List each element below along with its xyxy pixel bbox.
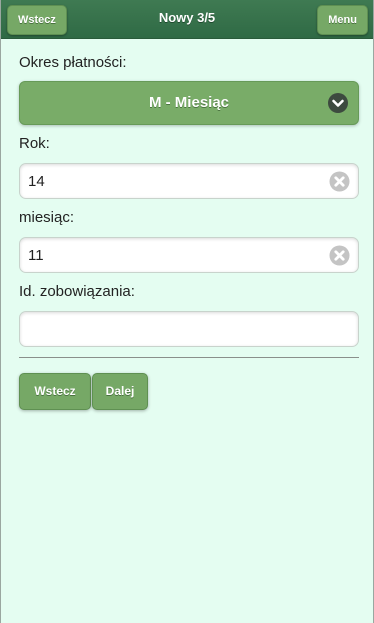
month-field-wrapper — [19, 237, 359, 273]
year-field-wrapper — [19, 163, 359, 199]
form-content: Okres płatności: M - Miesiąc Rok: miesią… — [19, 54, 359, 410]
back-button[interactable]: Wstecz — [19, 373, 91, 410]
next-button[interactable]: Dalej — [92, 373, 148, 410]
menu-button[interactable]: Menu — [317, 5, 368, 35]
payment-period-label: Okres płatności: — [19, 54, 127, 71]
clear-icon[interactable] — [329, 245, 350, 266]
action-buttons: Wstecz Dalej — [19, 373, 359, 410]
obligation-id-field-wrapper — [19, 311, 359, 347]
clear-icon[interactable] — [329, 171, 350, 192]
month-label: miesiąc: — [19, 209, 75, 226]
payment-period-selected-value: M - Miesiąc — [148, 94, 230, 111]
header-bar: Wstecz Nowy 3/5 Menu — [1, 0, 373, 39]
payment-period-select[interactable]: M - Miesiąc — [19, 81, 359, 125]
obligation-id-label: Id. zobowiązania: — [19, 283, 135, 300]
chevron-down-icon — [328, 93, 348, 113]
obligation-id-input[interactable] — [28, 312, 318, 346]
divider — [19, 357, 359, 358]
year-input[interactable] — [28, 164, 318, 198]
month-input[interactable] — [28, 238, 318, 272]
year-label: Rok: — [19, 135, 50, 152]
